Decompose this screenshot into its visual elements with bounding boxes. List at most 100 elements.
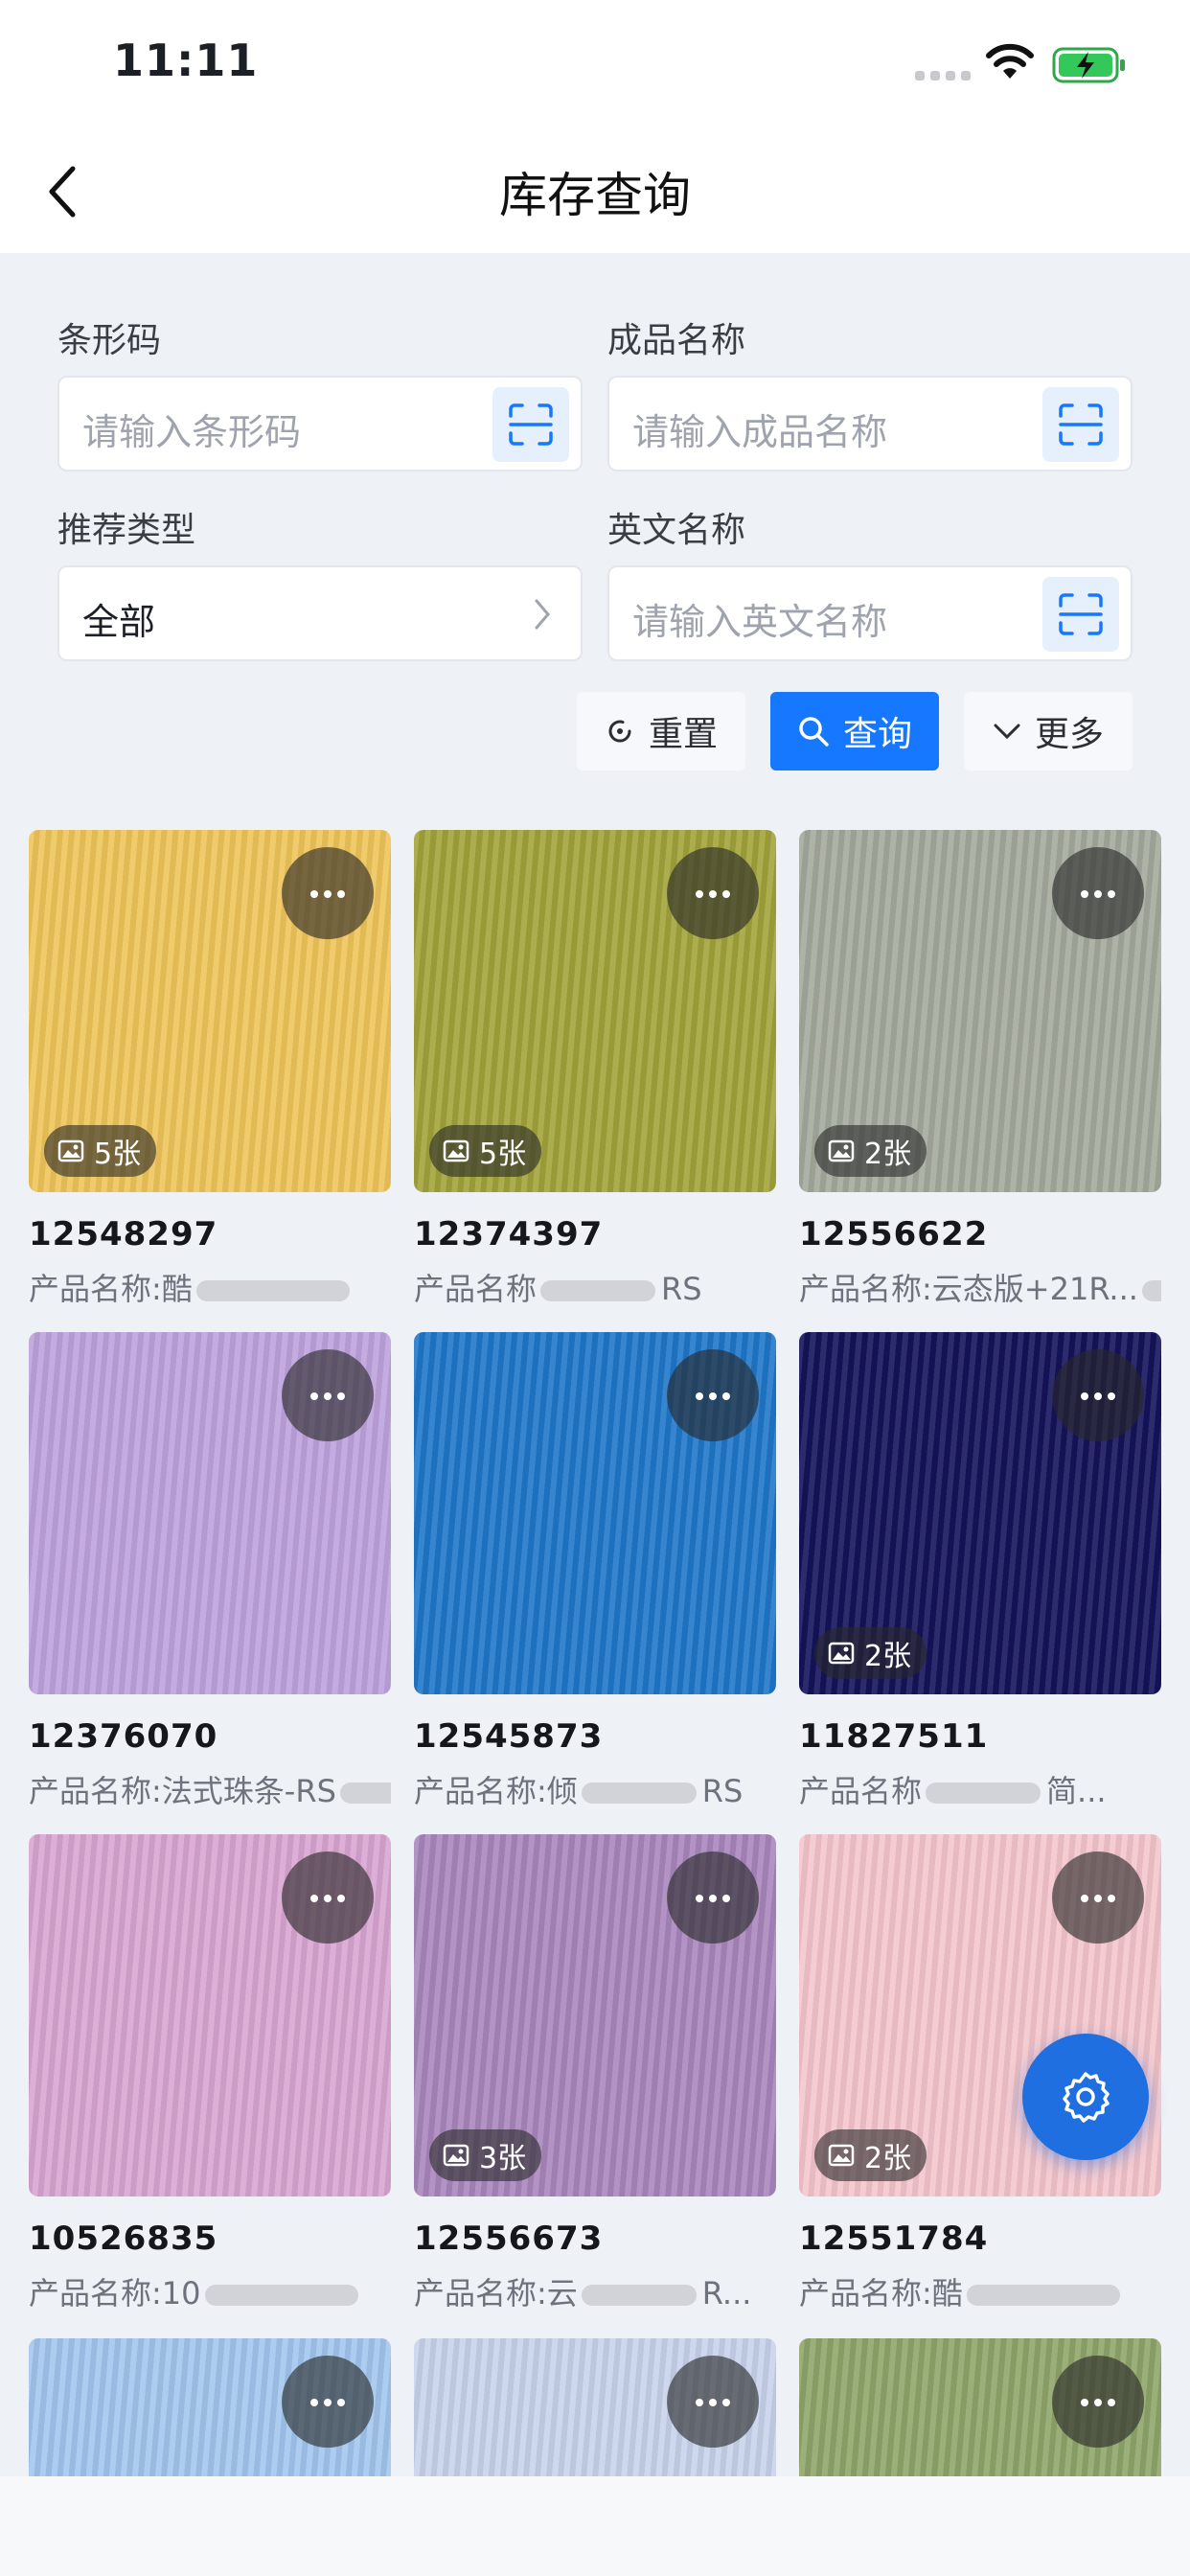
product-image[interactable]: 5张 bbox=[414, 830, 776, 1192]
image-count-text: 2张 bbox=[864, 1640, 912, 1673]
image-count-badge: 2张 bbox=[814, 2129, 927, 2181]
redacted-text bbox=[581, 1782, 697, 1804]
product-card[interactable] bbox=[29, 2338, 391, 2476]
product-card[interactable]: 12376070 产品名称:法式珠条-RS bbox=[29, 1332, 391, 1811]
product-name-label: 成品名称 bbox=[607, 321, 746, 360]
product-image[interactable] bbox=[414, 1332, 776, 1694]
product-card[interactable]: 5张 12374397 产品名称 RS bbox=[414, 830, 776, 1309]
more-options-icon[interactable] bbox=[282, 1349, 374, 1441]
image-icon bbox=[828, 1139, 855, 1162]
product-name-input[interactable]: 请输入成品名称 bbox=[607, 376, 1133, 472]
product-name-visible-text: 产品名称:酷 bbox=[29, 1271, 193, 1307]
image-count-badge: 5张 bbox=[429, 1125, 542, 1177]
image-icon bbox=[828, 1642, 855, 1665]
image-count-text: 2张 bbox=[864, 1138, 912, 1171]
barcode-scan-button[interactable] bbox=[492, 387, 569, 462]
more-options-icon[interactable] bbox=[667, 2356, 759, 2448]
product-name: 产品名称 简... bbox=[799, 1767, 1161, 1811]
more-options-icon[interactable] bbox=[667, 1852, 759, 1944]
product-image[interactable]: 2张 bbox=[799, 1332, 1161, 1694]
query-button[interactable]: 查询 bbox=[770, 692, 939, 770]
settings-fab-button[interactable] bbox=[1022, 2034, 1149, 2160]
more-options-icon[interactable] bbox=[282, 2356, 374, 2448]
product-name-suffix: RS bbox=[661, 1271, 702, 1307]
more-options-icon[interactable] bbox=[1052, 847, 1144, 939]
status-time: 11:11 bbox=[113, 34, 259, 86]
barcode-label: 条形码 bbox=[57, 321, 162, 360]
image-count-text: 5张 bbox=[479, 1138, 527, 1171]
more-filters-button[interactable]: 更多 bbox=[964, 692, 1133, 770]
more-options-icon[interactable] bbox=[282, 1852, 374, 1944]
image-count-badge: 2张 bbox=[814, 1627, 927, 1679]
product-name: 产品名称 RS bbox=[414, 1265, 776, 1309]
image-count-text: 5张 bbox=[94, 1138, 142, 1171]
barcode-input[interactable]: 请输入条形码 bbox=[57, 376, 583, 472]
scan-icon bbox=[1059, 403, 1103, 446]
product-card[interactable]: 5张 12548297 产品名称:酷 bbox=[29, 830, 391, 1309]
english-name-label: 英文名称 bbox=[607, 511, 746, 550]
image-count-badge: 2张 bbox=[814, 1125, 927, 1177]
product-image[interactable] bbox=[29, 1834, 391, 2196]
product-image[interactable] bbox=[799, 2338, 1161, 2476]
product-code: 10526835 bbox=[29, 2220, 218, 2258]
product-code: 12545873 bbox=[414, 1717, 604, 1756]
query-button-label: 查询 bbox=[842, 715, 912, 754]
scan-icon bbox=[509, 403, 553, 446]
product-name-visible-text: 产品名称:酷 bbox=[799, 2275, 963, 2312]
product-name-visible-text: 产品名称:法式珠条-RS bbox=[29, 1773, 336, 1809]
product-card[interactable]: 2张 12556622 产品名称:云态版+21R... bbox=[799, 830, 1161, 1309]
product-card[interactable]: 12545873 产品名称:倾 RS bbox=[414, 1332, 776, 1811]
more-options-icon[interactable] bbox=[667, 1349, 759, 1441]
product-name-scan-button[interactable] bbox=[1042, 387, 1119, 462]
more-options-icon[interactable] bbox=[1052, 2356, 1144, 2448]
product-name: 产品名称:云态版+21R... bbox=[799, 1265, 1161, 1309]
product-code: 12376070 bbox=[29, 1717, 218, 1756]
product-image[interactable] bbox=[29, 2338, 391, 2476]
product-name-visible-text: 产品名称:云态版+21R... bbox=[799, 1271, 1138, 1307]
scan-icon bbox=[1059, 593, 1103, 635]
more-options-icon[interactable] bbox=[1052, 1349, 1144, 1441]
product-name: 产品名称:云 R... bbox=[414, 2269, 776, 2313]
more-options-icon[interactable] bbox=[667, 847, 759, 939]
english-name-scan-button[interactable] bbox=[1042, 577, 1119, 652]
image-count-badge: 3张 bbox=[429, 2129, 542, 2181]
product-card[interactable]: 2张 11827511 产品名称 简... bbox=[799, 1332, 1161, 1811]
product-image[interactable] bbox=[29, 1332, 391, 1694]
product-name-visible-text: 产品名称 bbox=[414, 1271, 538, 1307]
redacted-text bbox=[339, 1782, 391, 1804]
product-name-suffix: R... bbox=[701, 2275, 752, 2312]
recommend-type-select[interactable]: 全部 bbox=[57, 565, 583, 661]
reset-icon bbox=[608, 720, 631, 743]
product-image[interactable]: 5张 bbox=[29, 830, 391, 1192]
product-card[interactable] bbox=[414, 2338, 776, 2476]
image-count-text: 2张 bbox=[864, 2142, 912, 2175]
product-code: 12556622 bbox=[799, 1215, 989, 1254]
reset-button[interactable]: 重置 bbox=[577, 692, 745, 770]
image-icon bbox=[443, 1139, 469, 1162]
product-name: 产品名称:倾 RS bbox=[414, 1767, 776, 1811]
redacted-text bbox=[540, 1280, 656, 1301]
more-options-icon[interactable] bbox=[282, 847, 374, 939]
battery-charging-icon bbox=[1052, 47, 1125, 83]
product-card[interactable]: 3张 12556673 产品名称:云 R... bbox=[414, 1834, 776, 2313]
image-count-text: 3张 bbox=[479, 2142, 527, 2175]
product-image[interactable]: 3张 bbox=[414, 1834, 776, 2196]
image-icon bbox=[443, 2144, 469, 2167]
gear-icon bbox=[1063, 2072, 1110, 2123]
product-name: 产品名称:法式珠条-RS bbox=[29, 1767, 391, 1811]
product-card[interactable] bbox=[799, 2338, 1161, 2476]
english-name-input[interactable]: 请输入英文名称 bbox=[607, 565, 1133, 661]
product-code: 12556673 bbox=[414, 2220, 604, 2258]
chevron-down-icon bbox=[994, 724, 1020, 740]
page-title: 库存查询 bbox=[499, 168, 691, 223]
product-name: 产品名称:10 bbox=[29, 2269, 391, 2313]
product-image[interactable]: 2张 bbox=[799, 830, 1161, 1192]
chevron-right-icon bbox=[535, 599, 550, 630]
image-icon bbox=[828, 2144, 855, 2167]
more-options-icon[interactable] bbox=[1052, 1852, 1144, 1944]
product-image[interactable] bbox=[414, 2338, 776, 2476]
product-name-placeholder: 请输入成品名称 bbox=[632, 411, 888, 453]
product-code: 12548297 bbox=[29, 1215, 218, 1254]
product-card[interactable]: 10526835 产品名称:10 bbox=[29, 1834, 391, 2313]
wifi-icon bbox=[986, 43, 1034, 79]
